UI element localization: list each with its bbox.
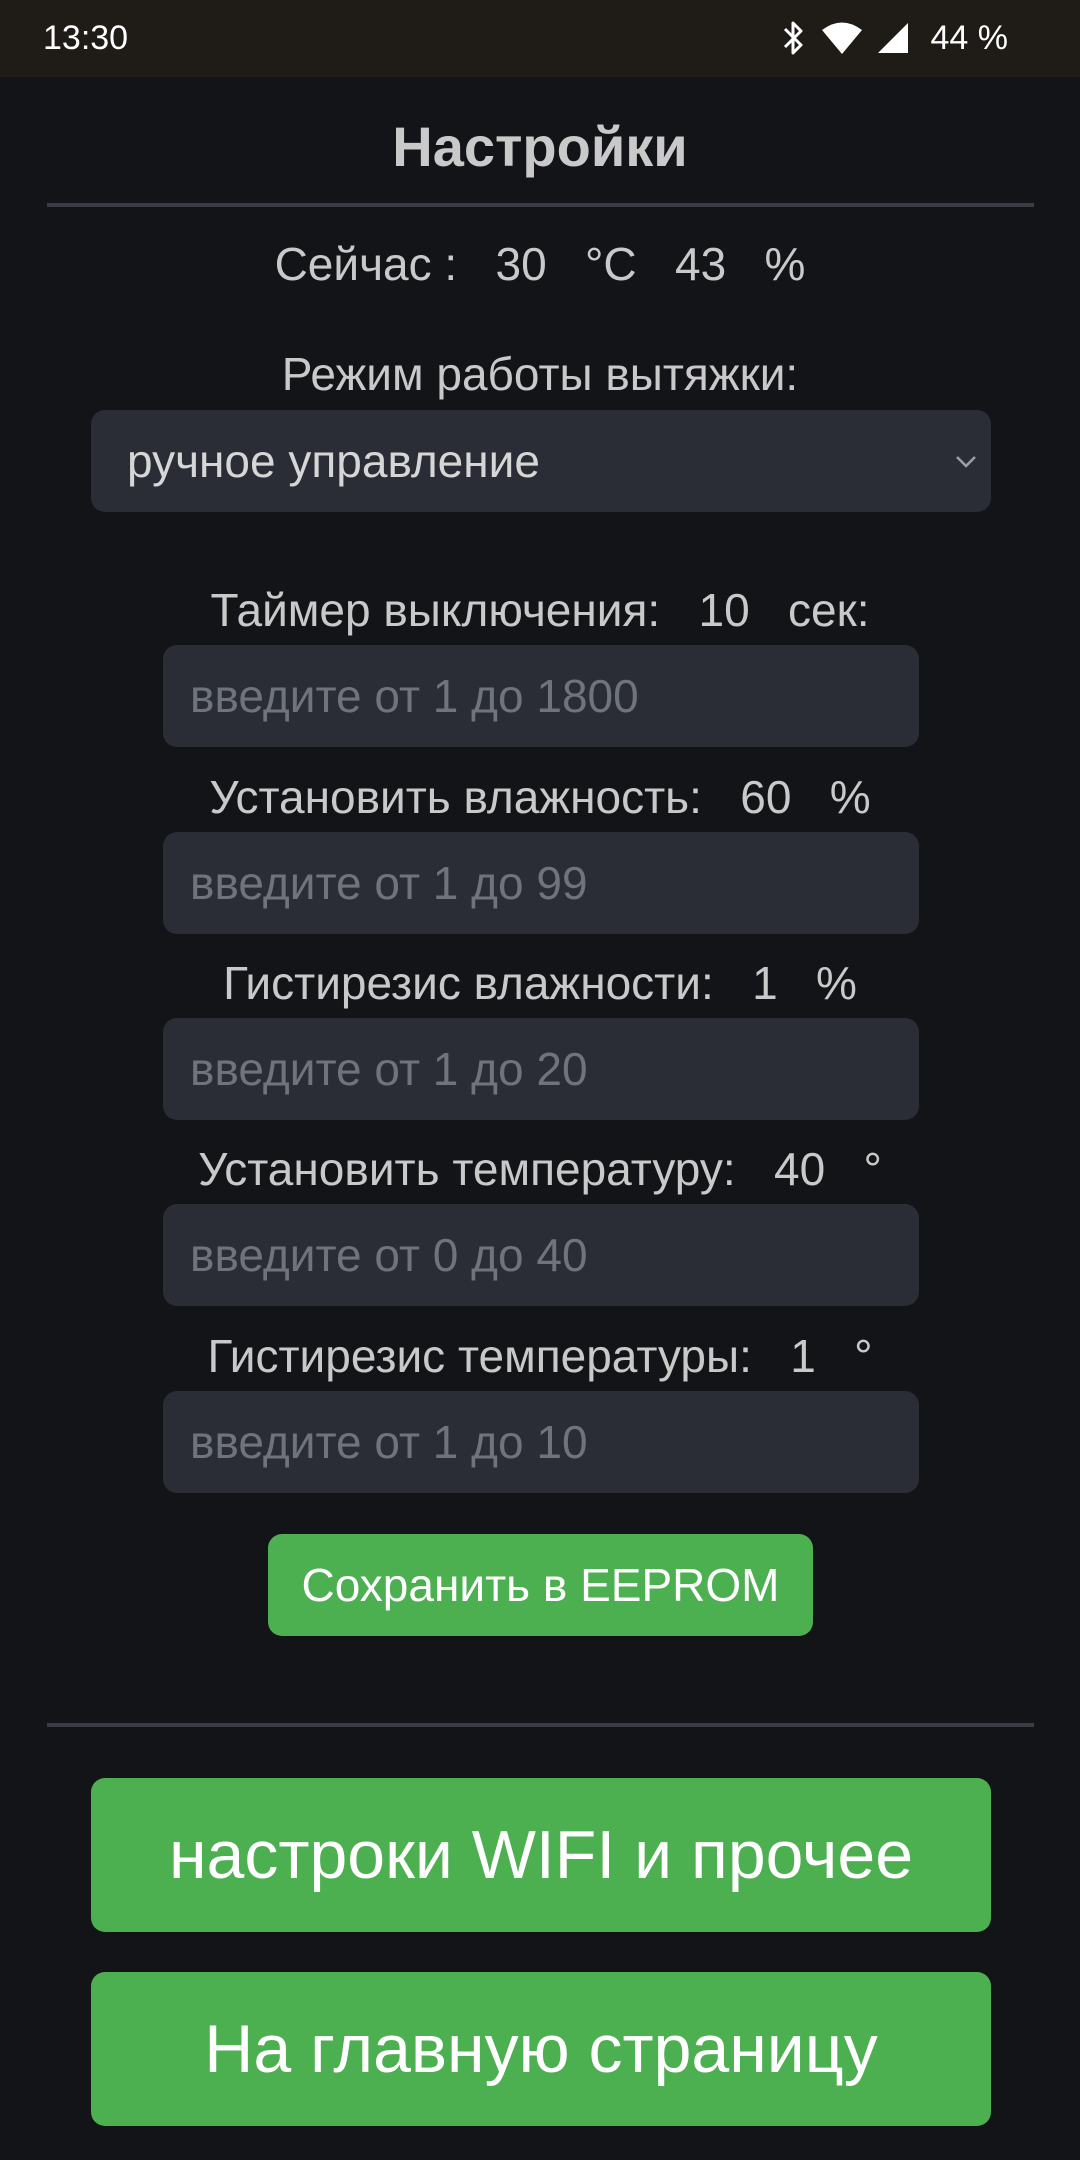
temperature-hysteresis-input[interactable] — [163, 1391, 919, 1493]
status-bar: 13:30 44 % — [0, 0, 1080, 77]
cell-signal-icon — [877, 22, 909, 54]
chevron-down-icon — [956, 456, 976, 468]
home-page-button[interactable]: На главную страницу — [91, 1972, 991, 2126]
timer-label: Таймер выключения: 10 сек: — [210, 584, 870, 636]
status-time: 13:30 — [43, 19, 129, 57]
divider — [47, 203, 1034, 207]
humidity-label: Установить влажность: 60 % — [209, 771, 871, 823]
mode-label: Режим работы вытяжки: — [281, 348, 799, 400]
humidity-hysteresis-label: Гистирезис влажности: 1 % — [223, 957, 857, 1009]
current-readings: Сейчас : 30 °C 43 % — [274, 238, 806, 290]
wifi-settings-button[interactable]: настроки WIFI и прочее — [91, 1778, 991, 1932]
timer-input[interactable] — [163, 645, 919, 747]
status-icons: 44 % — [781, 18, 1009, 58]
humidity-input[interactable] — [163, 832, 919, 934]
humidity-hysteresis-input[interactable] — [163, 1018, 919, 1120]
bluetooth-icon — [781, 20, 807, 56]
temperature-hysteresis-label: Гистирезис температуры: 1 ° — [207, 1330, 873, 1382]
temperature-label: Установить температуру: 40 ° — [198, 1143, 882, 1195]
page-title: Настройки — [392, 115, 688, 178]
divider — [47, 1723, 1034, 1727]
battery-percent: 44 % — [930, 19, 1009, 57]
mode-select-value: ручное управление — [127, 435, 540, 487]
temperature-input[interactable] — [163, 1204, 919, 1306]
mode-select[interactable]: ручное управление — [91, 410, 991, 512]
save-eeprom-button[interactable]: Сохранить в EEPROM — [268, 1534, 813, 1636]
wifi-icon — [821, 21, 863, 55]
